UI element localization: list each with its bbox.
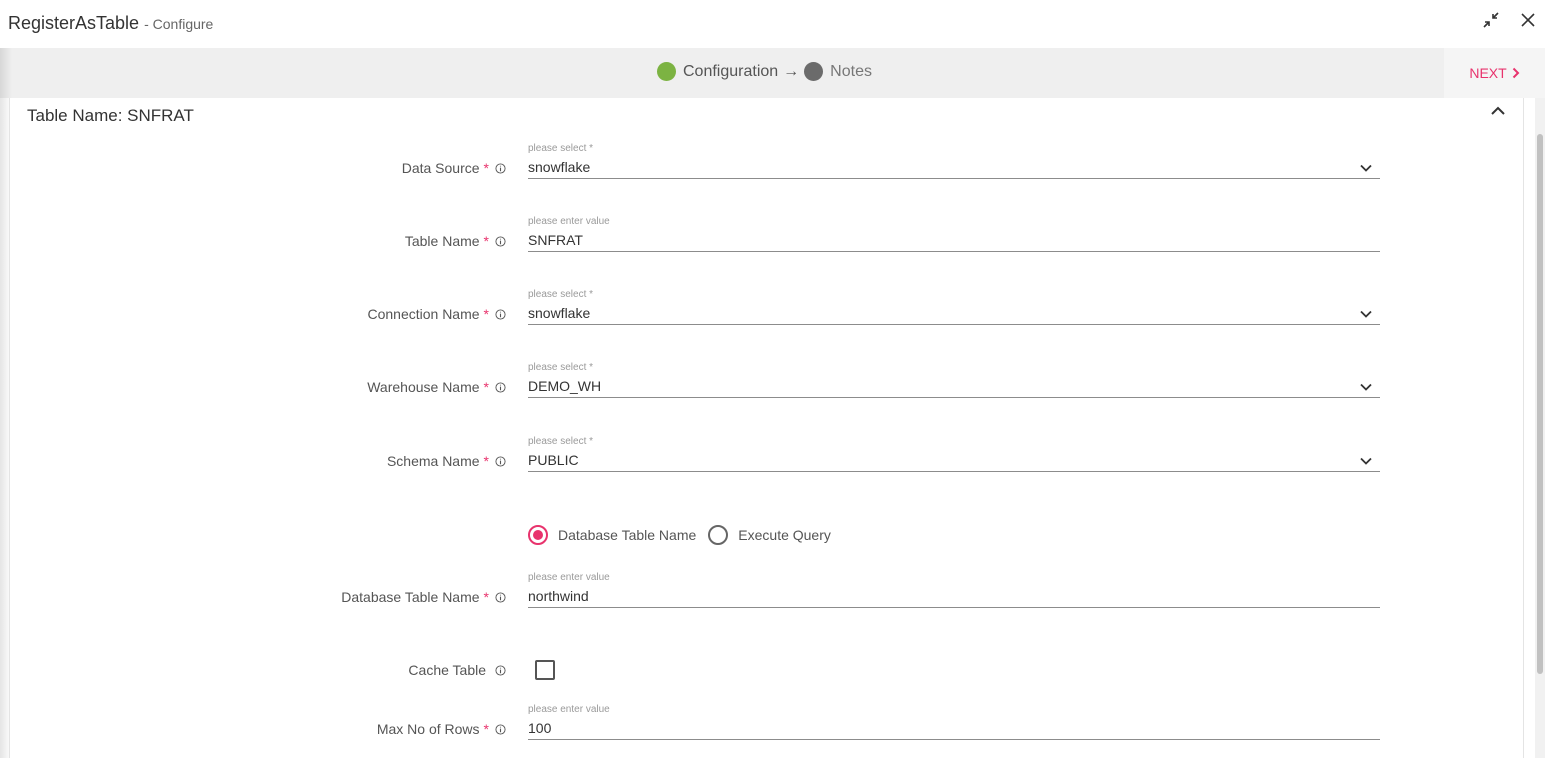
chevron-up-icon[interactable] — [1489, 104, 1507, 118]
required-mark: * — [483, 453, 489, 469]
step-pending-icon — [804, 62, 824, 81]
source-type-radio-group: Database Table Name Execute Query — [528, 525, 843, 545]
warehouse-name-value: DEMO_WH — [528, 378, 602, 394]
stepper: Configuration → Notes — [657, 62, 872, 81]
table-name-hint: please enter value — [528, 216, 610, 227]
scrollbar[interactable] — [1535, 98, 1545, 758]
connection-name-select[interactable]: please select * snowflake — [528, 288, 1380, 325]
window-titlebar: RegisterAsTable - Configure — [0, 0, 1545, 48]
info-icon[interactable] — [495, 308, 506, 320]
schema-name-value: PUBLIC — [528, 452, 579, 468]
cache-table-label: Cache Table — [408, 662, 506, 678]
next-button-label: NEXT — [1469, 65, 1507, 81]
connection-name-row: Connection Name * please select * snowfl… — [10, 288, 1525, 348]
radio-database-table-name[interactable] — [528, 525, 548, 545]
table-name-row: Table Name * please enter value SNFRAT — [10, 215, 1525, 275]
data-source-hint: please select * — [528, 143, 594, 154]
step-arrow: → — [783, 62, 800, 80]
table-name-value: SNFRAT — [528, 232, 583, 248]
database-table-name-row: Database Table Name * please enter value… — [10, 571, 1525, 631]
data-source-row: Data Source * please select * snowflake — [10, 142, 1525, 202]
chevron-down-icon[interactable] — [1360, 457, 1372, 465]
table-name-label: Table Name * — [405, 233, 506, 249]
step-configuration[interactable]: Configuration — [683, 63, 778, 81]
window-subtitle: - Configure — [144, 16, 214, 32]
required-mark: * — [483, 589, 489, 605]
next-button[interactable]: NEXT — [1444, 48, 1545, 98]
info-icon[interactable] — [495, 591, 506, 603]
required-mark: * — [483, 306, 489, 322]
max-rows-input[interactable]: please enter value 100 — [528, 703, 1380, 740]
chevron-down-icon[interactable] — [1360, 383, 1372, 391]
table-name-input[interactable]: please enter value SNFRAT — [528, 215, 1380, 252]
data-source-label: Data Source * — [402, 160, 506, 176]
info-icon[interactable] — [495, 664, 506, 676]
required-mark: * — [483, 160, 489, 176]
scrollbar-thumb[interactable] — [1537, 134, 1543, 674]
data-source-select[interactable]: please select * snowflake — [528, 142, 1380, 179]
schema-name-label-text: Schema Name — [386, 453, 480, 469]
step-notes[interactable]: Notes — [830, 63, 872, 81]
warehouse-name-row: Warehouse Name * please select * DEMO_WH — [10, 361, 1525, 421]
info-icon[interactable] — [495, 723, 506, 735]
required-mark: * — [483, 721, 489, 737]
window-title-text: RegisterAsTable — [8, 13, 140, 33]
chevron-down-icon[interactable] — [1360, 310, 1372, 318]
data-source-value: snowflake — [528, 159, 591, 175]
database-table-name-label: Database Table Name * — [341, 589, 506, 605]
panel-title: Table Name: SNFRAT — [27, 106, 194, 125]
max-rows-row: Max No of Rows * please enter value 100 — [10, 703, 1525, 763]
connection-name-label: Connection Name * — [367, 306, 506, 322]
table-name-label-text: Table Name — [404, 233, 480, 249]
radio-database-table-name-label[interactable]: Database Table Name — [558, 527, 696, 543]
stepper-bar: Configuration → Notes NEXT — [0, 48, 1545, 98]
connection-name-label-text: Connection Name — [367, 306, 480, 322]
required-mark: * — [483, 233, 489, 249]
minimize-icon[interactable] — [1481, 10, 1501, 30]
schema-name-label: Schema Name * — [387, 453, 506, 469]
schema-name-select[interactable]: please select * PUBLIC — [528, 435, 1380, 472]
max-rows-value: 100 — [528, 720, 552, 736]
chevron-down-icon[interactable] — [1360, 164, 1372, 172]
schema-name-row: Schema Name * please select * PUBLIC — [10, 435, 1525, 495]
warehouse-name-label-text: Warehouse Name — [367, 379, 480, 395]
info-icon[interactable] — [495, 235, 506, 247]
info-icon[interactable] — [495, 162, 506, 174]
connection-name-hint: please select * — [528, 289, 594, 300]
radio-execute-query-label[interactable]: Execute Query — [738, 527, 831, 543]
chevron-right-icon — [1512, 67, 1520, 79]
database-table-name-hint: please enter value — [528, 572, 610, 583]
window-title: RegisterAsTable - Configure — [8, 13, 213, 34]
info-icon[interactable] — [495, 381, 506, 393]
warehouse-name-select[interactable]: please select * DEMO_WH — [528, 361, 1380, 398]
database-table-name-input[interactable]: please enter value northwind — [528, 571, 1380, 608]
connection-name-value: snowflake — [528, 305, 591, 321]
config-panel: Table Name: SNFRAT Data Source * please … — [9, 98, 1524, 758]
database-table-name-value: northwind — [528, 588, 589, 604]
max-rows-label: Max No of Rows * — [377, 721, 506, 737]
schema-name-hint: please select * — [528, 436, 594, 447]
required-mark: * — [483, 379, 489, 395]
cache-table-label-text: Cache Table — [408, 662, 486, 678]
data-source-label-text: Data Source — [401, 160, 480, 176]
close-icon[interactable] — [1518, 10, 1538, 30]
database-table-name-label-text: Database Table Name — [341, 589, 480, 605]
warehouse-name-label: Warehouse Name * — [367, 379, 506, 395]
warehouse-name-hint: please select * — [528, 362, 594, 373]
max-rows-hint: please enter value — [528, 704, 610, 715]
info-icon[interactable] — [495, 455, 506, 467]
cache-table-checkbox[interactable] — [535, 660, 555, 680]
radio-execute-query[interactable] — [708, 525, 729, 545]
max-rows-label-text: Max No of Rows — [376, 721, 480, 737]
step-complete-icon — [657, 62, 676, 81]
